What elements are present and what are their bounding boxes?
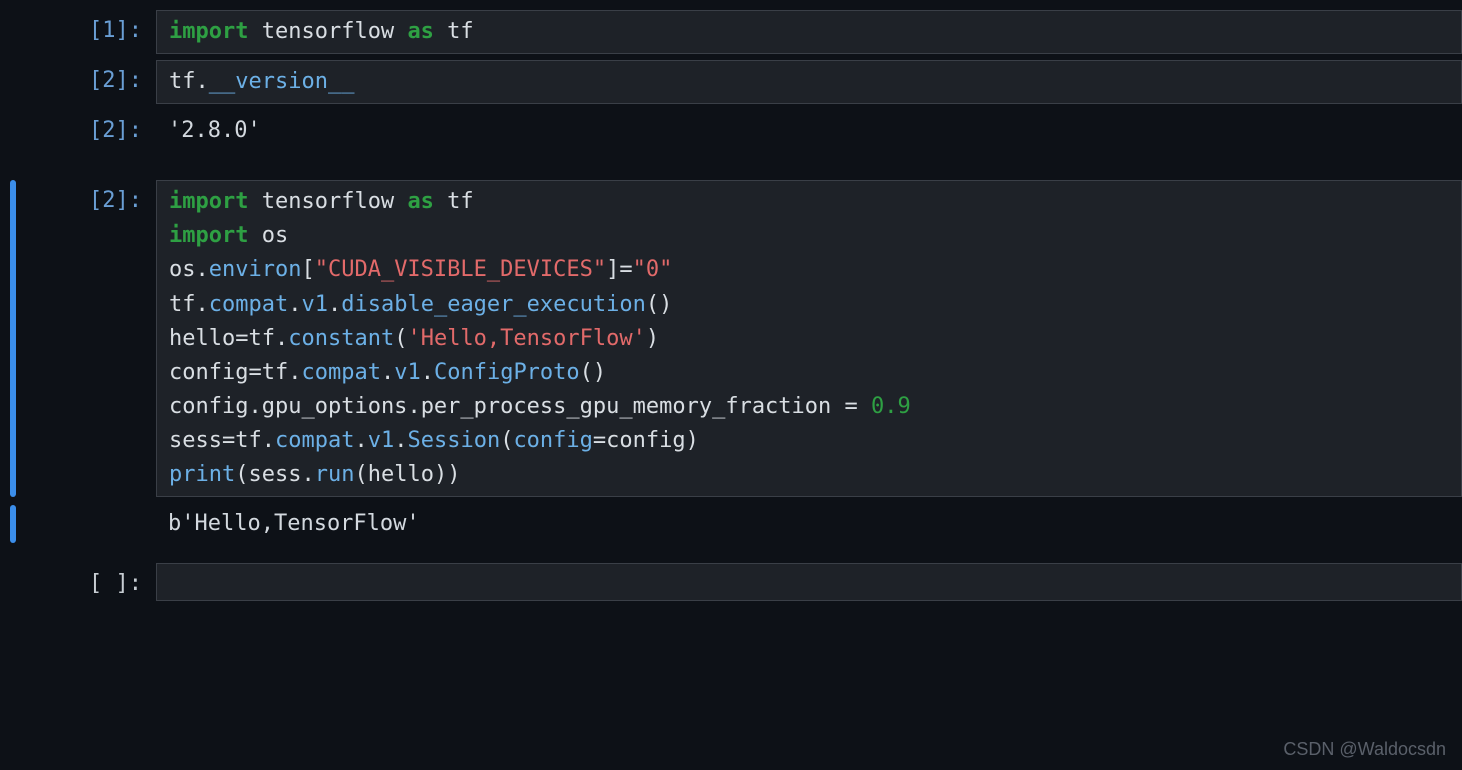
cell-1-code[interactable]: import tensorflow as tf (156, 10, 1462, 54)
cell-blank-code[interactable] (156, 563, 1462, 601)
cell-2-prompt: [2]: (24, 60, 156, 104)
cell-1-input: [1]: import tensorflow as tf (0, 10, 1462, 54)
cell-2-code[interactable]: tf.__version__ (156, 60, 1462, 104)
cell-blank-input: [ ]: (0, 563, 1462, 601)
cell-2-out-prompt: [2]: (24, 110, 156, 152)
cell-3-indicator-output (0, 503, 24, 545)
cell-3-prompt: [2]: (24, 180, 156, 497)
cell-3-code[interactable]: import tensorflow as tf import os os.env… (156, 180, 1462, 497)
cell-2-output-text: '2.8.0' (156, 110, 1462, 152)
cell-2-input: [2]: tf.__version__ (0, 60, 1462, 104)
cell-2-indicator (0, 60, 24, 104)
cell-1-prompt: [1]: (24, 10, 156, 54)
cell-1-indicator (0, 10, 24, 54)
cell-blank-prompt: [ ]: (24, 563, 156, 601)
cell-3-output-text: b'Hello,TensorFlow' (156, 503, 1462, 545)
cell-3-indicator-input (0, 180, 24, 497)
cell-3-input: [2]: import tensorflow as tf import os o… (0, 180, 1462, 497)
cell-2-output: [2]: '2.8.0' (0, 110, 1462, 152)
watermark: CSDN @Waldocsdn (1283, 736, 1446, 764)
cell-3-output: b'Hello,TensorFlow' (0, 503, 1462, 545)
